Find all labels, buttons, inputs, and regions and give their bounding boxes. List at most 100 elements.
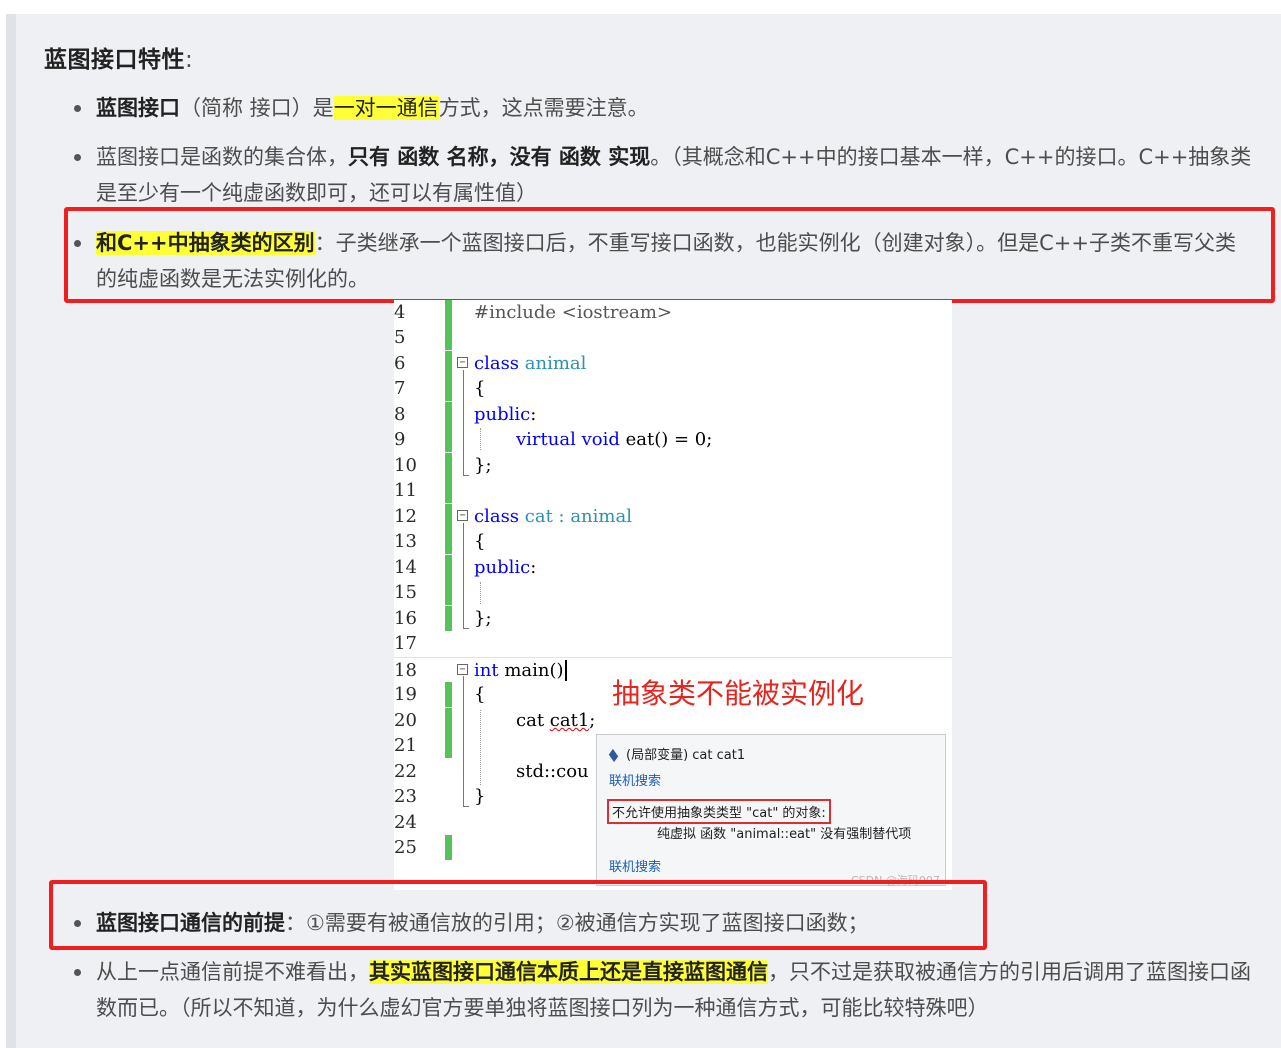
line-number: 9 [394, 429, 406, 450]
type-name: cat : animal [519, 506, 632, 527]
change-marker [445, 733, 452, 758]
code-text: { [474, 684, 486, 705]
tooltip-variable: (局部变量) cat cat1 [626, 748, 746, 763]
section-title: 蓝图接口特性: [44, 40, 193, 74]
collapse-icon[interactable]: − [457, 664, 468, 675]
scope-guide [463, 370, 469, 476]
keyword: class [474, 506, 520, 527]
error-tooltip: (局部变量) cat cat1 联机搜索 不允许使用抽象类类型 "cat" 的对… [596, 734, 946, 887]
line-number: 10 [394, 455, 417, 476]
line-number: 8 [394, 404, 406, 425]
indent-guide [480, 710, 481, 785]
line-number: 21 [394, 735, 417, 756]
type-name: animal [519, 353, 587, 374]
change-marker [445, 325, 452, 350]
line-number: 20 [394, 710, 417, 731]
error-detail: 纯虚拟 函数 "animal::eat" 没有强制替代项 [657, 827, 912, 842]
line-number: 23 [394, 786, 417, 807]
line-number: 11 [394, 480, 417, 501]
code-rest: eat() = 0; [619, 429, 713, 450]
code-line: 7{ [394, 376, 952, 401]
keyword: void [581, 429, 620, 450]
change-marker [445, 427, 452, 452]
code-line: 12 − class cat : animal [394, 504, 952, 529]
line-number: 13 [394, 531, 417, 552]
line-number: 19 [394, 684, 417, 705]
code-rest: main() [498, 660, 564, 681]
line-number: 7 [394, 378, 406, 399]
code-text: class animal [474, 351, 586, 376]
variable-icon [608, 748, 619, 763]
change-marker [445, 504, 452, 529]
bold-text: 只有 函数 名称，没有 函数 实现 [348, 145, 651, 169]
code-line: 9 virtual void eat() = 0; [394, 427, 952, 452]
list-item: 蓝图接口是函数的集合体，只有 函数 名称，没有 函数 实现。（其概念和C++中的… [74, 139, 1256, 211]
error-message: 不允许使用抽象类类型 "cat" 的对象: [607, 799, 831, 824]
scope-guide [463, 523, 469, 629]
change-marker [445, 376, 452, 401]
change-marker [445, 300, 452, 325]
code-line: 8 public: [394, 402, 952, 427]
collapse-icon[interactable]: − [457, 357, 468, 368]
code-type: cat [516, 710, 550, 731]
text: 蓝图接口是函数的集合体， [96, 145, 348, 169]
change-marker [445, 453, 452, 478]
highlighted-text: 其实蓝图接口通信本质上还是直接蓝图通信 [369, 960, 768, 984]
bold-text: 蓝图接口 [96, 96, 180, 120]
code-line: 13 { [394, 529, 952, 554]
code-line: 17 [394, 631, 952, 656]
keyword: class [474, 353, 520, 374]
code-line: 16}; [394, 606, 952, 631]
code-text: public: [474, 402, 536, 427]
change-marker [445, 708, 452, 733]
code-text: }; [474, 608, 492, 629]
list-item: 蓝图接口（简称 接口）是一对一通信方式，这点需要注意。 [74, 90, 1256, 126]
line-number: 5 [394, 327, 406, 348]
change-marker [445, 478, 452, 503]
list-item: 从上一点通信前提不难看出，其实蓝图接口通信本质上还是直接蓝图通信，只不过是获取被… [74, 954, 1256, 1026]
line-number: 15 [394, 582, 417, 603]
code-line: 6 − class animal [394, 351, 952, 376]
text-cursor [564, 660, 573, 681]
code-line: 15 [394, 580, 952, 605]
title-colon: : [185, 47, 194, 73]
error-squiggle[interactable]: cat1 [550, 710, 590, 731]
keyword: public [474, 404, 531, 425]
change-marker [445, 555, 452, 580]
scope-guide [463, 676, 469, 807]
text: （简称 接口）是 [180, 96, 334, 120]
bullet-icon [74, 105, 81, 112]
code-text: virtual void eat() = 0; [516, 427, 712, 452]
code-line: 10}; [394, 453, 952, 478]
line-number: 6 [394, 353, 406, 374]
online-search-link[interactable]: 联机搜索 [609, 770, 661, 789]
red-highlight-box [49, 880, 987, 950]
code-text: #include <iostream> [474, 302, 673, 323]
bullet-icon [74, 969, 81, 976]
change-marker [445, 529, 452, 554]
change-marker [445, 580, 452, 605]
bullet-icon [74, 154, 81, 161]
line-number: 24 [394, 812, 417, 833]
indent-guide [480, 582, 481, 604]
annotation-text: 抽象类不能被实例化 [612, 677, 865, 710]
text: 从上一点通信前提不难看出， [96, 960, 369, 984]
line-number: 12 [394, 506, 417, 527]
change-marker [445, 402, 452, 427]
line-number: 25 [394, 837, 417, 858]
change-marker [445, 682, 452, 707]
code-line: 4 #include <iostream> [394, 300, 952, 325]
online-search-link[interactable]: 联机搜索 [609, 856, 661, 875]
code-text: cat cat1; [516, 708, 595, 733]
punct: : [530, 404, 537, 425]
keyword: public [474, 557, 531, 578]
code-text: }; [474, 455, 492, 476]
code-text: class cat : animal [474, 504, 632, 529]
punct: : [530, 557, 537, 578]
collapse-icon[interactable]: − [457, 510, 468, 521]
code-text: { [474, 378, 486, 399]
code-text: public: [474, 555, 536, 580]
line-number: 4 [394, 302, 406, 323]
title-text: 蓝图接口特性 [44, 47, 185, 73]
highlighted-text: 一对一通信 [333, 96, 439, 120]
